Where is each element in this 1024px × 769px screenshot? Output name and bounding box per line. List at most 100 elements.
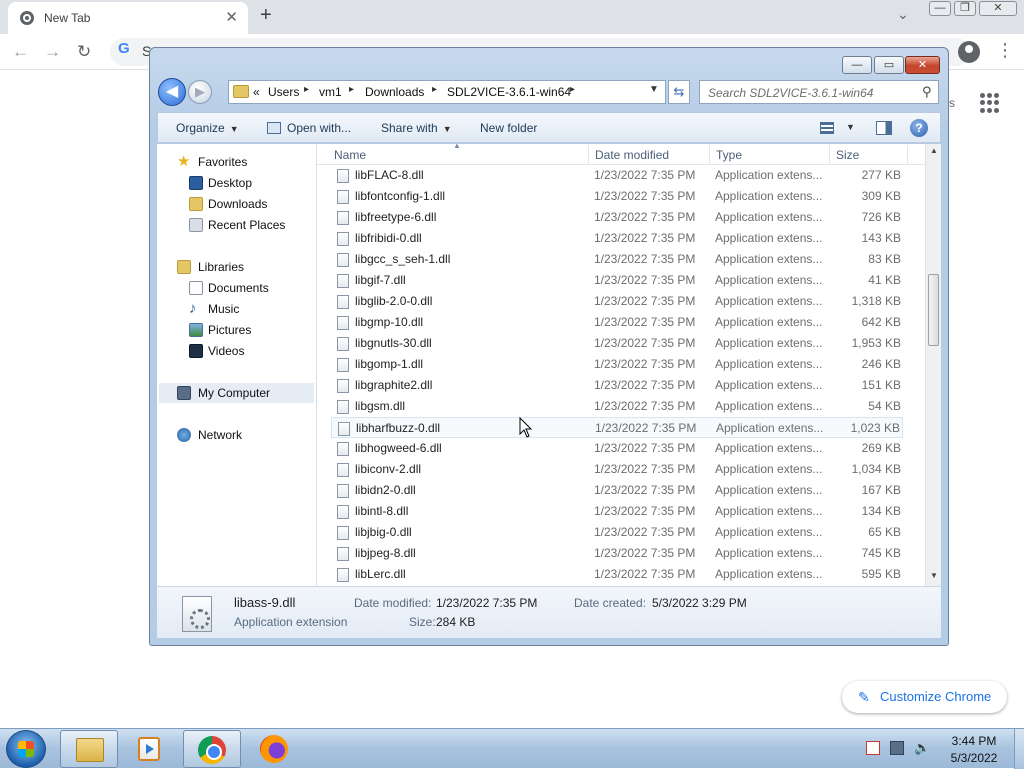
- file-row[interactable]: libgsm.dll 1/23/2022 7:35 PM Application e…: [331, 396, 903, 417]
- preview-pane-icon[interactable]: [876, 121, 892, 135]
- explorer-close-button[interactable]: ✕: [905, 56, 940, 74]
- column-name-header[interactable]: Name: [334, 148, 366, 162]
- file-type: Application extens...: [715, 315, 823, 329]
- explorer-minimize-button[interactable]: —: [842, 56, 872, 74]
- scroll-thumb[interactable]: [928, 274, 939, 346]
- network-tray-icon[interactable]: [890, 741, 904, 755]
- forward-button-icon[interactable]: ▶: [188, 80, 212, 104]
- nav-recent-places[interactable]: Recent Places: [157, 215, 317, 235]
- file-row[interactable]: libiconv-2.dll 1/23/2022 7:35 PM Applicati…: [331, 459, 903, 480]
- profile-avatar-icon[interactable]: [958, 41, 980, 63]
- file-row[interactable]: libgif-7.dll 1/23/2022 7:35 PM Application…: [331, 270, 903, 291]
- breadcrumb-vm1[interactable]: vm1: [319, 85, 342, 99]
- action-center-flag-icon[interactable]: [866, 741, 880, 755]
- nav-label: Desktop: [208, 176, 253, 190]
- new-tab-button[interactable]: +: [260, 4, 272, 27]
- file-row[interactable]: libgraphite2.dll 1/23/2022 7:35 PM Applica…: [331, 375, 903, 396]
- file-row[interactable]: libjbig-0.dll 1/23/2022 7:35 PM Applicatio…: [331, 522, 903, 543]
- column-date-header[interactable]: Date modified: [595, 148, 669, 162]
- google-apps-icon[interactable]: [980, 93, 1000, 113]
- file-name: libgif-7.dll: [355, 273, 406, 287]
- file-row[interactable]: libfribidi-0.dll 1/23/2022 7:35 PM Applica…: [331, 228, 903, 249]
- browser-close-button[interactable]: ✕: [979, 1, 1017, 16]
- breadcrumb-arrow-icon[interactable]: ▸: [432, 84, 437, 95]
- help-icon[interactable]: ?: [910, 119, 928, 137]
- breadcrumb-arrow-icon[interactable]: ▸: [349, 84, 354, 95]
- breadcrumb-overflow[interactable]: «: [253, 85, 260, 99]
- column-size-header[interactable]: Size: [836, 148, 859, 162]
- file-row[interactable]: libgnutls-30.dll 1/23/2022 7:35 PM Applica…: [331, 333, 903, 354]
- organize-button[interactable]: Organize ▼: [176, 121, 239, 135]
- nav-desktop[interactable]: Desktop: [157, 173, 317, 193]
- nav-label: Libraries: [198, 260, 245, 274]
- tab-search-chevron-icon[interactable]: ⌄: [897, 6, 909, 23]
- browser-restore-button[interactable]: ❐: [954, 1, 976, 16]
- nav-libraries[interactable]: Libraries: [157, 257, 317, 277]
- file-row[interactable]: libintl-8.dll 1/23/2022 7:35 PM Applicatio…: [331, 501, 903, 522]
- column-type-header[interactable]: Type: [716, 148, 742, 162]
- new-folder-button[interactable]: New folder: [480, 121, 537, 135]
- file-size: 134 KB: [861, 504, 901, 518]
- browser-minimize-button[interactable]: —: [929, 1, 951, 16]
- file-row[interactable]: libglib-2.0-0.dll 1/23/2022 7:35 PM Applic…: [331, 291, 903, 312]
- nav-downloads[interactable]: Downloads: [157, 194, 317, 214]
- nav-label: Downloads: [208, 197, 268, 211]
- explorer-maximize-button[interactable]: ▭: [874, 56, 904, 74]
- scroll-down-icon[interactable]: ▼: [930, 571, 938, 580]
- breadcrumb-arrow-icon[interactable]: ▸: [570, 84, 575, 95]
- show-desktop-button[interactable]: [1014, 729, 1024, 769]
- file-row[interactable]: libgmp-10.dll 1/23/2022 7:35 PM Applicatio…: [331, 312, 903, 333]
- breadcrumb-arrow-icon[interactable]: ▸: [304, 84, 309, 95]
- search-icon[interactable]: ⚲: [922, 84, 932, 100]
- tab-new-tab[interactable]: New Tab ✕: [8, 2, 248, 34]
- breadcrumb-users[interactable]: Users: [268, 85, 299, 99]
- scroll-up-icon[interactable]: ▲: [930, 146, 938, 155]
- nav-network[interactable]: Network: [157, 425, 317, 445]
- file-row[interactable]: libLerc.dll 1/23/2022 7:35 PM Application …: [331, 564, 903, 585]
- open-with-button[interactable]: Open with...: [287, 121, 351, 135]
- file-row[interactable]: libfreetype-6.dll 1/23/2022 7:35 PM Applic…: [331, 207, 903, 228]
- taskbar-chrome[interactable]: [183, 730, 241, 768]
- share-with-button[interactable]: Share with ▼: [381, 121, 452, 135]
- nav-documents[interactable]: Documents: [157, 278, 317, 298]
- chrome-menu-icon[interactable]: ⋮: [996, 40, 1014, 61]
- refresh-icon[interactable]: ⇆: [668, 80, 690, 104]
- nav-my-computer[interactable]: My Computer: [159, 383, 314, 403]
- address-breadcrumb[interactable]: « Users ▸ vm1 ▸ Downloads ▸ SDL2VICE-3.6…: [228, 80, 666, 104]
- clock-date[interactable]: 5/3/2022: [940, 751, 1008, 765]
- clock-time[interactable]: 3:44 PM: [940, 734, 1008, 748]
- browser-tab-strip: New Tab ✕ + ⌄ — ❐ ✕: [0, 0, 1024, 34]
- file-type: Application extens...: [715, 357, 823, 371]
- file-row[interactable]: libharfbuzz-0.dll 1/23/2022 7:35 PM Applic…: [331, 417, 903, 438]
- taskbar-media-player[interactable]: [120, 730, 178, 768]
- nav-favorites[interactable]: ★ Favorites: [157, 152, 317, 172]
- file-row[interactable]: libfontconfig-1.dll 1/23/2022 7:35 PM Appl…: [331, 186, 903, 207]
- vertical-scrollbar[interactable]: ▲ ▼: [925, 144, 941, 586]
- nav-music[interactable]: ♪ Music: [157, 299, 317, 319]
- file-row[interactable]: libidn2-0.dll 1/23/2022 7:35 PM Applicatio…: [331, 480, 903, 501]
- breadcrumb-folder[interactable]: SDL2VICE-3.6.1-win64: [447, 85, 571, 99]
- file-row[interactable]: libjpeg-8.dll 1/23/2022 7:35 PM Applicatio…: [331, 543, 903, 564]
- address-dropdown-icon[interactable]: ▼: [649, 84, 659, 95]
- file-row[interactable]: libhogweed-6.dll 1/23/2022 7:35 PM Applica…: [331, 438, 903, 459]
- nav-videos[interactable]: Videos: [157, 341, 317, 361]
- file-name: libgmp-10.dll: [355, 315, 424, 329]
- back-button-icon[interactable]: ◀: [158, 78, 186, 106]
- nav-pictures[interactable]: Pictures: [157, 320, 317, 340]
- taskbar-firefox[interactable]: [245, 730, 303, 768]
- start-button[interactable]: [6, 730, 46, 768]
- search-input[interactable]: Search SDL2VICE-3.6.1-win64 ⚲: [699, 80, 939, 104]
- file-row[interactable]: libgcc_s_seh-1.dll 1/23/2022 7:35 PM Appli…: [331, 249, 903, 270]
- tab-close-icon[interactable]: ✕: [225, 8, 238, 26]
- views-dropdown-icon[interactable]: ▼: [846, 122, 855, 132]
- file-row[interactable]: libFLAC-8.dll 1/23/2022 7:35 PM Applicatio…: [331, 165, 903, 186]
- volume-icon[interactable]: 🔈: [914, 741, 930, 755]
- taskbar-explorer[interactable]: [60, 730, 118, 768]
- breadcrumb-downloads[interactable]: Downloads: [365, 85, 424, 99]
- forward-arrow-icon[interactable]: →: [44, 42, 61, 62]
- change-view-icon[interactable]: [820, 122, 834, 134]
- customize-chrome-button[interactable]: ✎ Customize Chrome: [842, 681, 1007, 713]
- reload-icon[interactable]: ↻: [77, 42, 91, 62]
- file-row[interactable]: libgomp-1.dll 1/23/2022 7:35 PM Applicatio…: [331, 354, 903, 375]
- back-arrow-icon[interactable]: ←: [12, 42, 29, 62]
